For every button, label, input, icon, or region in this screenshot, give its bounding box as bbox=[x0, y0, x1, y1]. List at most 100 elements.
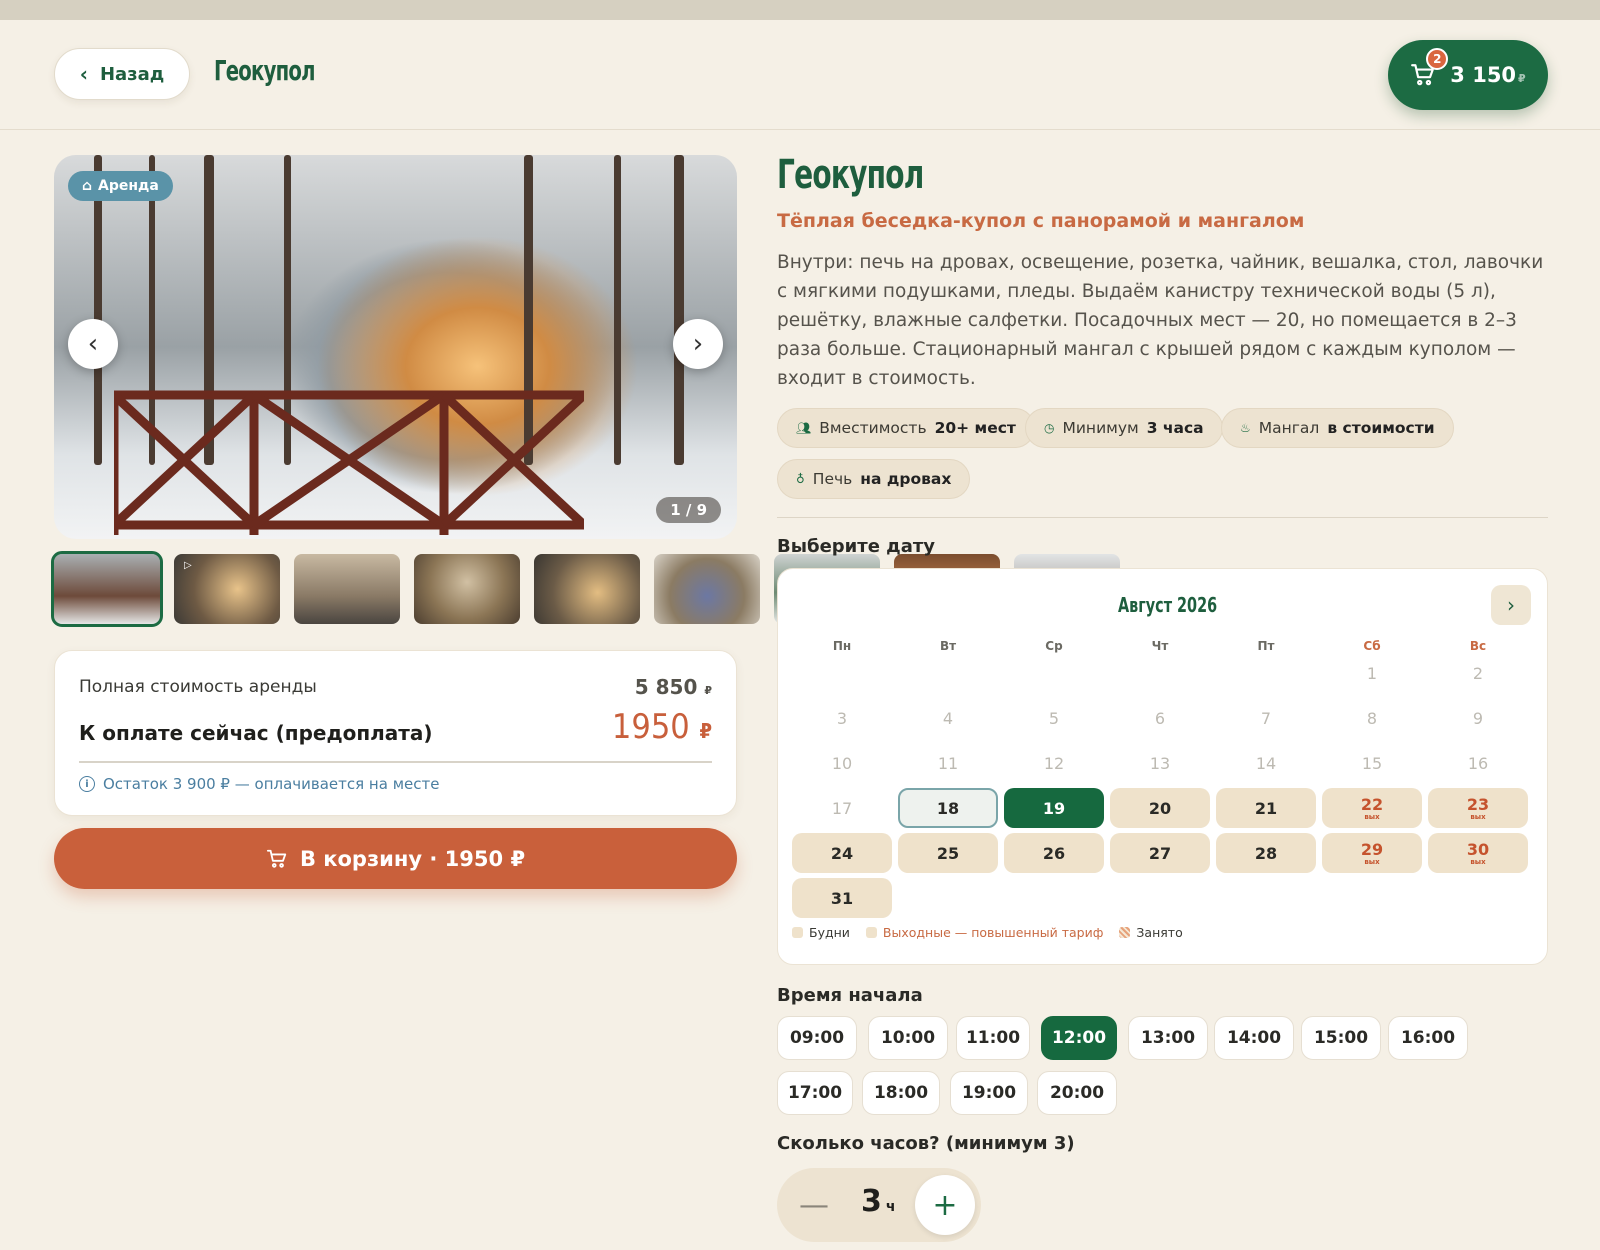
time-slot[interactable]: 12:00 bbox=[1041, 1016, 1117, 1060]
day-number: 1 bbox=[1366, 663, 1378, 683]
calendar-day: 13 bbox=[1110, 743, 1210, 783]
price-card: Полная стоимость аренды 5 850 ₽ К оплате… bbox=[54, 650, 737, 816]
day-number: 7 bbox=[1260, 708, 1272, 728]
time-slot[interactable]: 11:00 bbox=[956, 1016, 1030, 1060]
calendar-day: 16 bbox=[1428, 743, 1528, 783]
product-description: Внутри: печь на дровах, освещение, розет… bbox=[777, 252, 1544, 389]
calendar-day[interactable]: 21 bbox=[1216, 788, 1316, 828]
day-number: 4 bbox=[942, 708, 954, 728]
calendar-next-button[interactable]: › bbox=[1491, 585, 1531, 625]
add-to-cart-button[interactable]: В корзину · 1950 ₽ bbox=[54, 828, 737, 889]
cart-count-badge: 2 bbox=[1426, 48, 1449, 70]
weekend-mark: вых bbox=[1364, 858, 1380, 866]
legend-label: Занято bbox=[1136, 925, 1183, 940]
calendar-day[interactable]: 28 bbox=[1216, 833, 1316, 873]
time-slot[interactable]: 20:00 bbox=[1037, 1071, 1117, 1115]
thumbnail[interactable] bbox=[51, 551, 163, 627]
day-number: 5 bbox=[1048, 708, 1060, 728]
day-number: 2 bbox=[1472, 663, 1484, 683]
grill-icon: ♨ bbox=[1240, 421, 1251, 435]
cart-total-value: 3 150 bbox=[1450, 63, 1517, 87]
calendar-day: 5 bbox=[1004, 698, 1104, 738]
back-button[interactable]: ‹ Назад bbox=[54, 48, 190, 100]
calendar-day: 9 bbox=[1428, 698, 1528, 738]
calendar-day: 11 bbox=[898, 743, 998, 783]
day-number: 14 bbox=[1255, 753, 1277, 773]
clock-icon: ◷ bbox=[1044, 421, 1055, 435]
calendar-day[interactable]: 19 bbox=[1004, 788, 1104, 828]
calendar-day: 1 bbox=[1322, 653, 1422, 693]
calendar-day[interactable]: 18 bbox=[898, 788, 998, 828]
chip-label: Мангал bbox=[1258, 419, 1320, 437]
increment-button[interactable]: + bbox=[915, 1175, 975, 1235]
thumbnail[interactable] bbox=[294, 554, 400, 624]
thumbnail[interactable] bbox=[654, 554, 760, 624]
weekday-header: Пт bbox=[1257, 639, 1275, 653]
calendar-day[interactable]: 24 bbox=[792, 833, 892, 873]
calendar-day[interactable]: 29 вых bbox=[1322, 833, 1422, 873]
weekday-header: Пн bbox=[832, 639, 852, 653]
day-number: 21 bbox=[1254, 798, 1278, 818]
thumbnail[interactable] bbox=[534, 554, 640, 624]
time-slot[interactable]: 13:00 bbox=[1128, 1016, 1208, 1060]
calendar-day: 8 bbox=[1322, 698, 1422, 738]
legend-swatch bbox=[865, 927, 877, 938]
decrement-button[interactable]: — bbox=[789, 1180, 839, 1230]
gallery-next-button[interactable]: › bbox=[673, 319, 723, 369]
chip-grill: ♨ Мангал в стоимости bbox=[1221, 408, 1454, 448]
calendar-day[interactable]: 20 bbox=[1110, 788, 1210, 828]
day-number: 17 bbox=[831, 798, 853, 818]
section-divider bbox=[777, 517, 1548, 518]
calendar-day[interactable]: 25 bbox=[898, 833, 998, 873]
brand-title: Геокупол bbox=[214, 54, 316, 87]
calendar-day[interactable]: 22 вых bbox=[1322, 788, 1422, 828]
rent-badge-label: Аренда bbox=[98, 178, 159, 194]
cart-icon: 2 bbox=[1410, 48, 1449, 88]
full-price-label: Полная стоимость аренды bbox=[79, 677, 317, 697]
calendar-day[interactable]: 30 вых bbox=[1428, 833, 1528, 873]
photo-gallery[interactable]: ⌂ Аренда ‹ › 1 / 9 bbox=[54, 155, 737, 539]
weekend-mark: вых bbox=[1470, 858, 1486, 866]
calendar-day: 7 bbox=[1216, 698, 1316, 738]
prepay-currency: ₽ bbox=[699, 719, 712, 743]
day-number: 23 bbox=[1466, 795, 1490, 814]
time-slot[interactable]: 15:00 bbox=[1301, 1016, 1381, 1060]
time-slot[interactable]: 18:00 bbox=[862, 1071, 940, 1115]
time-heading: Время начала bbox=[777, 985, 923, 1006]
day-number: 31 bbox=[830, 888, 854, 908]
weekday-header: Вс bbox=[1469, 639, 1487, 653]
chip-label: Минимум bbox=[1062, 419, 1139, 437]
chip-minimum: ◷ Минимум 3 часа bbox=[1025, 408, 1223, 448]
cart-button[interactable]: 2 3 150 ₽ bbox=[1388, 40, 1548, 110]
calendar-day[interactable]: 27 bbox=[1110, 833, 1210, 873]
browser-top-strip bbox=[0, 0, 1600, 20]
calendar-day: 14 bbox=[1216, 743, 1316, 783]
time-slot[interactable]: 09:00 bbox=[777, 1016, 857, 1060]
calendar-day[interactable]: 23 вых bbox=[1428, 788, 1528, 828]
time-slot[interactable]: 16:00 bbox=[1388, 1016, 1468, 1060]
time-slot[interactable]: 17:00 bbox=[777, 1071, 853, 1115]
gallery-prev-button[interactable]: ‹ bbox=[68, 319, 118, 369]
thumbnail[interactable]: ▷ bbox=[174, 554, 280, 624]
balance-note-text: Остаток 3 900 ₽ — оплачивается на месте bbox=[103, 775, 440, 793]
calendar-day: 6 bbox=[1110, 698, 1210, 738]
date-heading: Выберите дату bbox=[777, 536, 936, 557]
chip-label: Печь bbox=[812, 470, 853, 488]
prepay-label: К оплате сейчас (предоплата) bbox=[79, 721, 433, 745]
gallery-counter: 1 / 9 bbox=[656, 497, 721, 523]
legend-busy: Занято bbox=[1119, 925, 1183, 940]
chip-value: на дровах bbox=[860, 470, 952, 488]
day-number: 30 bbox=[1466, 840, 1490, 859]
time-slot[interactable]: 14:00 bbox=[1214, 1016, 1294, 1060]
time-slot[interactable]: 19:00 bbox=[950, 1071, 1028, 1115]
calendar-day[interactable]: 26 bbox=[1004, 833, 1104, 873]
day-number: 15 bbox=[1361, 753, 1383, 773]
weekend-mark: вых bbox=[1364, 813, 1380, 821]
minus-icon: — bbox=[799, 1187, 829, 1223]
calendar-day[interactable]: 31 bbox=[792, 878, 892, 918]
time-slot[interactable]: 10:00 bbox=[868, 1016, 948, 1060]
day-number: 10 bbox=[831, 753, 853, 773]
thumbnail[interactable] bbox=[414, 554, 520, 624]
day-number: 22 bbox=[1360, 795, 1384, 814]
play-icon: ▷ bbox=[184, 560, 192, 571]
